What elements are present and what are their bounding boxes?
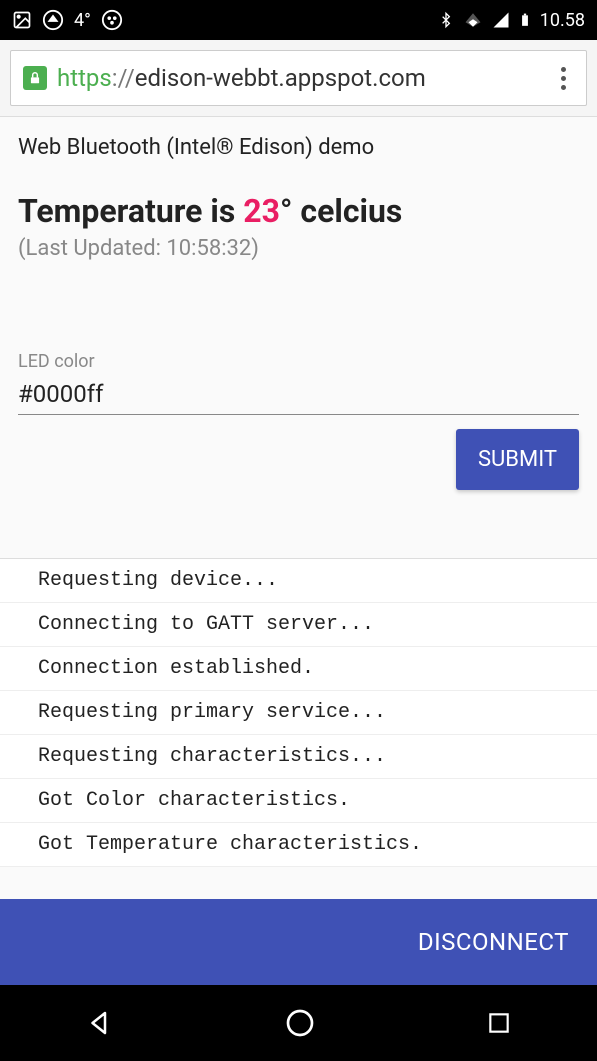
log-line: Got Color characteristics. — [0, 779, 597, 823]
last-updated-prefix: (Last Updated: — [18, 236, 166, 261]
url-scheme: https — [57, 64, 112, 92]
disconnect-button[interactable]: DISCONNECT — [0, 899, 597, 985]
bluetooth-icon — [438, 9, 454, 31]
android-nav-bar — [0, 985, 597, 1061]
log-area: Requesting device... Connecting to GATT … — [0, 558, 597, 867]
android-status-bar: 4° 10.58 — [0, 0, 597, 40]
temp-value: 23 — [243, 192, 280, 230]
battery-icon — [518, 9, 532, 31]
led-color-input[interactable] — [18, 376, 579, 415]
temperature-heading: Temperature is 23° celcius — [18, 192, 579, 230]
temp-suffix: ° celcius — [280, 192, 402, 230]
log-line: Connection established. — [0, 647, 597, 691]
nav-back-icon[interactable] — [85, 1008, 115, 1038]
log-line: Requesting characteristics... — [0, 735, 597, 779]
lock-icon — [23, 66, 47, 90]
emoji-icon — [101, 9, 123, 31]
wifi-icon — [462, 11, 484, 29]
url-bar[interactable]: https://edison-webbt.appspot.com — [10, 50, 587, 106]
log-line: Requesting primary service... — [0, 691, 597, 735]
temp-prefix: Temperature is — [18, 192, 243, 230]
log-line: Requesting device... — [0, 559, 597, 603]
page-title: Web Bluetooth (Intel® Edison) demo — [18, 135, 579, 160]
url-separator: :// — [112, 64, 135, 92]
last-updated-time: 10:58:32 — [166, 236, 251, 261]
browser-chrome: https://edison-webbt.appspot.com — [0, 40, 597, 117]
nav-recent-icon[interactable] — [486, 1010, 512, 1036]
status-left: 4° — [12, 9, 123, 31]
log-line: Connecting to GATT server... — [0, 603, 597, 647]
status-time: 10.58 — [540, 10, 585, 31]
image-icon — [12, 10, 32, 30]
led-color-label: LED color — [18, 351, 579, 372]
last-updated: (Last Updated: 10:58:32) — [18, 236, 579, 261]
url-text: https://edison-webbt.appspot.com — [57, 64, 543, 92]
url-host: edison-webbt.appspot.com — [135, 64, 426, 92]
submit-button[interactable]: SUBMIT — [456, 429, 579, 490]
circle-outline-icon — [42, 9, 64, 31]
nav-home-icon[interactable] — [284, 1007, 316, 1039]
status-right: 10.58 — [438, 9, 585, 31]
signal-icon — [492, 11, 510, 29]
log-line: Got Temperature characteristics. — [0, 823, 597, 867]
status-temperature: 4° — [74, 10, 91, 31]
last-updated-suffix: ) — [251, 236, 259, 261]
page-content: Web Bluetooth (Intel® Edison) demo Tempe… — [0, 117, 597, 899]
browser-menu-button[interactable] — [553, 67, 574, 90]
disconnect-label: DISCONNECT — [418, 928, 569, 956]
